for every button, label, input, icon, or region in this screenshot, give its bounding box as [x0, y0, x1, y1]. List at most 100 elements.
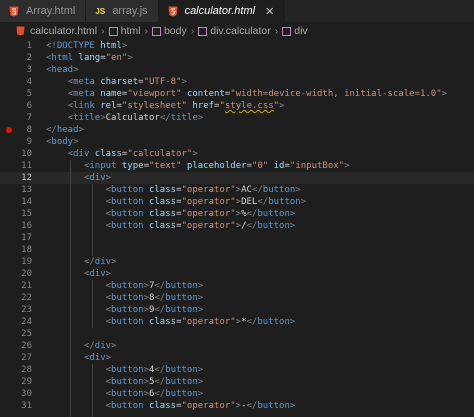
breadcrumb-body[interactable]: body [151, 25, 187, 37]
code-line: 15 <button class="operator">%</button> [0, 208, 474, 220]
code-line: 18 [0, 244, 474, 256]
code-line: 27 <div> [0, 352, 474, 364]
code-line: 4 <meta charset="UTF-8"> [0, 76, 474, 88]
code-line: 22 <button>8</button> [0, 292, 474, 304]
code-line: 21 <button>7</button> [0, 280, 474, 292]
tab-calculator-html[interactable]: calculator.html ✕ [158, 0, 286, 22]
code-line: 17 [0, 232, 474, 244]
line-number: 29 [21, 377, 32, 387]
code-line: 23 <button>9</button> [0, 304, 474, 316]
line-number: 6 [26, 101, 32, 111]
breadcrumb-label: html [120, 25, 141, 37]
line-code: <div> [83, 353, 112, 363]
code-line: 9 <body> [0, 136, 474, 148]
code-line: 20 <div> [0, 268, 474, 280]
code-line: 25 [0, 328, 474, 340]
line-number: 4 [26, 77, 32, 87]
line-number: 14 [21, 197, 32, 207]
code-line: 10 <div class="calculator"> [0, 148, 474, 160]
line-number: 2 [26, 53, 32, 63]
line-code: <button class="operator">*</button> [105, 317, 296, 327]
line-code: <body> [46, 137, 79, 147]
line-code: <div> [83, 269, 112, 279]
breadcrumb-label: div [294, 25, 308, 37]
code-line: 7 <title>Calculator</title> [0, 112, 474, 124]
code-line-current: 12 <div> [0, 172, 474, 184]
breadcrumb: calculator.html › html › body › div.calc… [0, 22, 474, 40]
line-code: </div> [83, 257, 117, 267]
line-number: 11 [21, 161, 32, 171]
chevron-right-icon: › [274, 25, 279, 37]
line-code: <meta name="viewport" content="width=dev… [67, 89, 448, 99]
line-number: 30 [21, 389, 32, 399]
chevron-right-icon: › [101, 25, 105, 37]
tab-array-js[interactable]: JS array.js [86, 0, 159, 22]
indent-guide [70, 160, 71, 417]
code-line: 31 <button class="operator">-</button> [0, 400, 474, 412]
code-line: 26 </div> [0, 340, 474, 352]
element-icon [282, 26, 292, 36]
code-editor[interactable]: 1 <!DOCTYPE html> 2 <html lang="en"> 3 <hea… [0, 40, 474, 417]
code-line: 11 <input type="text" placeholder="0" id… [0, 160, 474, 172]
line-code: <div class="calculator"> [67, 149, 198, 159]
line-code: <link rel="stylesheet" href="style.css"> [67, 101, 285, 111]
breadcrumb-label: body [163, 25, 187, 37]
code-line: 19 </div> [0, 256, 474, 268]
line-number: 31 [21, 401, 32, 411]
chevron-right-icon: › [190, 25, 195, 37]
code-line: 1 <!DOCTYPE html> [0, 40, 474, 52]
breadcrumb-html[interactable]: html [108, 25, 141, 37]
js-icon: JS [95, 6, 106, 16]
line-number: 24 [21, 317, 32, 327]
indent-guide [92, 184, 93, 256]
code-line: 30 <button>6</button> [0, 388, 474, 400]
html5-icon [8, 5, 20, 17]
line-number: 10 [21, 149, 32, 159]
line-code: <button class="operator">AC</button> [105, 185, 301, 195]
indent-guide [92, 364, 93, 417]
breadcrumb-div[interactable]: div [282, 25, 308, 37]
line-number: 28 [21, 365, 32, 375]
code-line: 24 <button class="operator">*</button> [0, 316, 474, 328]
line-number: 22 [21, 293, 32, 303]
line-number: 26 [21, 341, 32, 351]
tab-label: Array.html [26, 5, 76, 17]
line-code: <button class="operator">DEL</button> [105, 197, 307, 207]
code-line: 8 </head> [0, 124, 474, 136]
line-number: 23 [21, 305, 32, 315]
breadcrumb-file[interactable]: calculator.html [14, 25, 97, 37]
line-number: 15 [21, 209, 32, 219]
line-number: 7 [26, 113, 32, 123]
code-line: 28 <button>4</button> [0, 364, 474, 376]
breadcrumb-label: div.calculator [210, 25, 271, 37]
line-number: 25 [21, 329, 32, 339]
line-number: 21 [21, 281, 32, 291]
tab-label: array.js [112, 5, 148, 17]
line-code: <html lang="en"> [46, 53, 133, 63]
line-code: <div> [83, 173, 112, 183]
code-line: 16 <button class="operator">/</button> [0, 220, 474, 232]
close-icon[interactable]: ✕ [265, 5, 274, 18]
line-number: 12 [21, 173, 32, 183]
element-icon [151, 26, 161, 36]
line-number: 5 [26, 89, 32, 99]
chevron-right-icon: › [144, 25, 148, 37]
line-number: 18 [21, 245, 32, 255]
line-code: </head> [46, 125, 84, 135]
code-line: 3 <head> [0, 64, 474, 76]
line-code: <input type="text" placeholder="0" id="i… [83, 161, 350, 171]
line-number: 13 [21, 185, 32, 195]
line-code: <!DOCTYPE html> [46, 41, 128, 51]
html5-icon [14, 25, 26, 37]
breadcrumb-div-calculator[interactable]: div.calculator [198, 25, 271, 37]
line-code: <meta charset="UTF-8"> [67, 77, 187, 87]
line-code: <button class="operator">%</button> [105, 209, 296, 219]
tab-array-html[interactable]: Array.html [0, 0, 87, 22]
line-number: 20 [21, 269, 32, 279]
line-code: <head> [46, 65, 79, 75]
html5-icon [167, 5, 179, 17]
line-number: 17 [21, 233, 32, 243]
code-line: 6 <link rel="stylesheet" href="style.css… [0, 100, 474, 112]
line-number: 1 [26, 41, 32, 51]
code-line: 2 <html lang="en"> [0, 52, 474, 64]
